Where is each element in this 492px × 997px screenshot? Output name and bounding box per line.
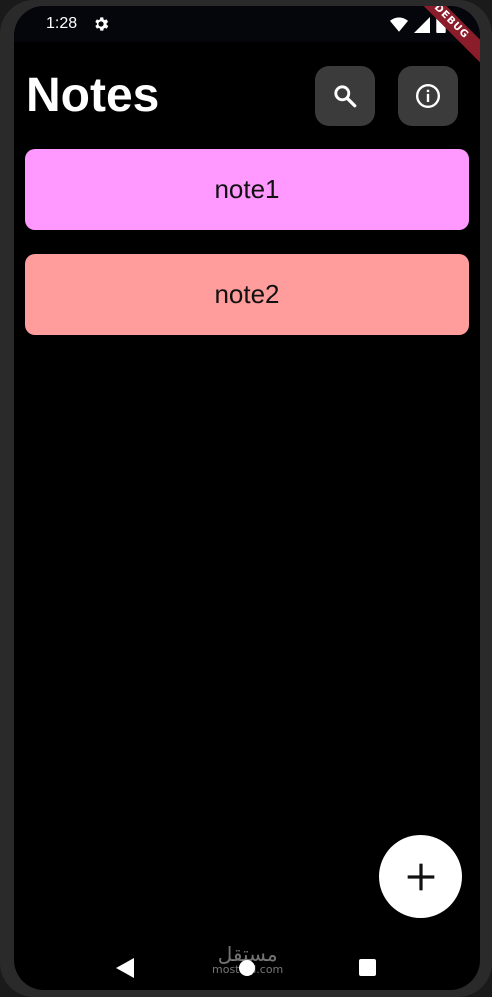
notes-list: note1 note2 (25, 149, 469, 359)
signal-icon (414, 16, 430, 33)
note-title: note2 (214, 279, 280, 309)
note-title: note1 (214, 174, 280, 204)
home-circle-icon[interactable] (238, 959, 256, 977)
back-triangle-icon[interactable] (116, 958, 134, 978)
search-icon (334, 85, 357, 108)
plus-icon (407, 863, 434, 890)
recents-square-icon[interactable] (359, 959, 376, 976)
search-button[interactable] (315, 66, 375, 126)
page-title: Notes (26, 69, 160, 122)
info-button[interactable] (398, 66, 458, 126)
note-card[interactable]: note1 (25, 149, 469, 230)
info-icon (415, 83, 441, 109)
wifi-icon (390, 17, 408, 32)
status-time: 1:28 (46, 15, 78, 32)
system-nav-bar (14, 946, 480, 990)
gear-icon (95, 17, 109, 31)
device-frame: 1:28 DEBUG Notes note1 note2 مستقل (0, 0, 492, 997)
note-card[interactable]: note2 (25, 254, 469, 335)
status-bar: 1:28 DEBUG (14, 6, 480, 67)
app-screen: 1:28 DEBUG Notes note1 note2 مستقل (14, 6, 480, 990)
add-note-button[interactable] (379, 835, 462, 918)
